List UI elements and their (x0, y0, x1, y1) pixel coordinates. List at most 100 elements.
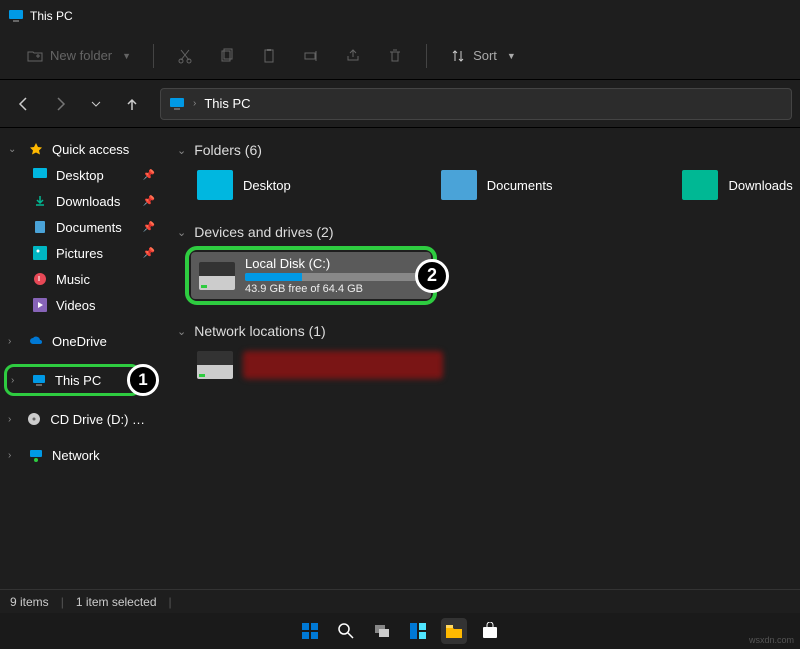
copy-icon (218, 47, 236, 65)
share-button[interactable] (334, 41, 372, 71)
chevron-down-icon: ⌄ (177, 226, 186, 239)
folder-label: Downloads (728, 178, 792, 193)
annotation-badge-2: 2 (415, 259, 449, 293)
drive-highlight: Local Disk (C:) 43.9 GB free of 64.4 GB … (185, 246, 437, 305)
sidebar-item-videos[interactable]: Videos (4, 292, 161, 318)
folder-icon (197, 170, 233, 200)
folder-documents[interactable]: Documents (441, 170, 553, 200)
new-folder-icon (26, 47, 44, 65)
content: ⌄ Folders (6) Desktop Documents Downloads… (165, 128, 800, 593)
documents-icon (32, 219, 48, 235)
rename-button[interactable] (292, 41, 330, 71)
widgets-button[interactable] (405, 618, 431, 644)
sort-label: Sort (473, 48, 497, 63)
back-button[interactable] (8, 88, 40, 120)
drive-usage-bar (245, 273, 423, 281)
status-bar: 9 items | 1 item selected | (0, 589, 800, 613)
sidebar-this-pc[interactable]: › This PC (4, 364, 141, 396)
network-location[interactable] (177, 345, 788, 385)
sidebar-cd-drive[interactable]: ›CD Drive (D:) Virtual (4, 406, 161, 432)
separator: | (61, 595, 64, 609)
sidebar-item-music[interactable]: Music (4, 266, 161, 292)
drive-usage-fill (245, 273, 302, 281)
status-item-count: 9 items (10, 595, 49, 609)
address-bar[interactable]: › This PC (160, 88, 792, 120)
sidebar-network[interactable]: ›Network (4, 442, 161, 468)
pin-icon: 📌 (143, 170, 155, 181)
store-button[interactable] (477, 618, 503, 644)
file-explorer-button[interactable] (441, 618, 467, 644)
group-folders[interactable]: ⌄ Folders (6) (177, 136, 788, 164)
separator (426, 44, 427, 68)
separator (153, 44, 154, 68)
sidebar-item-documents[interactable]: Documents 📌 (4, 214, 161, 240)
sidebar-label: CD Drive (D:) Virtual (50, 412, 153, 427)
copy-button[interactable] (208, 41, 246, 71)
pin-icon: 📌 (143, 222, 155, 233)
cut-button[interactable] (166, 41, 204, 71)
local-disk-c[interactable]: Local Disk (C:) 43.9 GB free of 64.4 GB (191, 252, 431, 299)
chevron-down-icon: ▼ (507, 51, 516, 61)
cut-icon (176, 47, 194, 65)
group-network[interactable]: ⌄ Network locations (1) (177, 317, 788, 345)
sidebar: ⌄ Quick access Desktop 📌 Downloads📌 Docum… (0, 128, 165, 593)
folder-desktop[interactable]: Desktop (197, 170, 291, 200)
this-pc-icon (8, 8, 24, 24)
sort-button[interactable]: Sort ▼ (439, 41, 526, 71)
new-folder-label: New folder (50, 48, 112, 63)
separator: | (169, 595, 172, 609)
folder-label: Desktop (243, 178, 291, 193)
delete-button[interactable] (376, 41, 414, 71)
annotation-badge-1: 1 (127, 364, 159, 396)
group-label: Network locations (1) (194, 323, 326, 339)
folders-row: Desktop Documents Downloads (177, 164, 788, 218)
title-bar: This PC (0, 0, 800, 32)
pictures-icon (32, 245, 48, 261)
folder-downloads[interactable]: Downloads (682, 170, 792, 200)
sidebar-item-pictures[interactable]: Pictures📌 (4, 240, 161, 266)
folder-icon (441, 170, 477, 200)
watermark: wsxdn.com (749, 635, 794, 645)
share-icon (344, 47, 362, 65)
nav-row: › This PC (0, 80, 800, 128)
new-folder-button[interactable]: New folder ▼ (16, 41, 141, 71)
network-drive-icon (197, 351, 233, 379)
up-button[interactable] (116, 88, 148, 120)
group-label: Folders (6) (194, 142, 262, 158)
sidebar-label: Music (56, 272, 90, 287)
folder-icon (682, 170, 718, 200)
toolbar: New folder ▼ Sort ▼ (0, 32, 800, 80)
recent-button[interactable] (80, 88, 112, 120)
sidebar-quick-access[interactable]: ⌄ Quick access (4, 136, 161, 162)
this-pc-icon (31, 372, 47, 388)
sidebar-onedrive[interactable]: ›OneDrive (4, 328, 161, 354)
network-icon (28, 447, 44, 463)
sidebar-label: OneDrive (52, 334, 107, 349)
chevron-right-icon: › (11, 375, 23, 386)
sidebar-label: Documents (56, 220, 122, 235)
cloud-icon (28, 333, 44, 349)
paste-button[interactable] (250, 41, 288, 71)
sidebar-label: This PC (55, 373, 101, 388)
search-button[interactable] (333, 618, 359, 644)
sidebar-item-downloads[interactable]: Downloads📌 (4, 188, 161, 214)
drive-name: Local Disk (C:) (245, 256, 423, 271)
breadcrumb-root[interactable]: This PC (204, 96, 250, 111)
this-pc-icon (169, 96, 185, 112)
start-button[interactable] (297, 618, 323, 644)
sort-icon (449, 47, 467, 65)
music-icon (32, 271, 48, 287)
sidebar-item-desktop[interactable]: Desktop 📌 (4, 162, 161, 188)
disc-icon (26, 411, 42, 427)
chevron-down-icon: ⌄ (177, 325, 186, 338)
chevron-down-icon: ▼ (122, 51, 131, 61)
sidebar-label: Desktop (56, 168, 104, 183)
group-drives[interactable]: ⌄Devices and drives (2) (177, 218, 788, 246)
chevron-down-icon: ⌄ (177, 144, 186, 157)
rename-icon (302, 47, 320, 65)
pin-icon: 📌 (143, 248, 155, 259)
chevron-right-icon: › (193, 98, 196, 109)
task-view-button[interactable] (369, 618, 395, 644)
forward-button[interactable] (44, 88, 76, 120)
status-selected: 1 item selected (76, 595, 157, 609)
